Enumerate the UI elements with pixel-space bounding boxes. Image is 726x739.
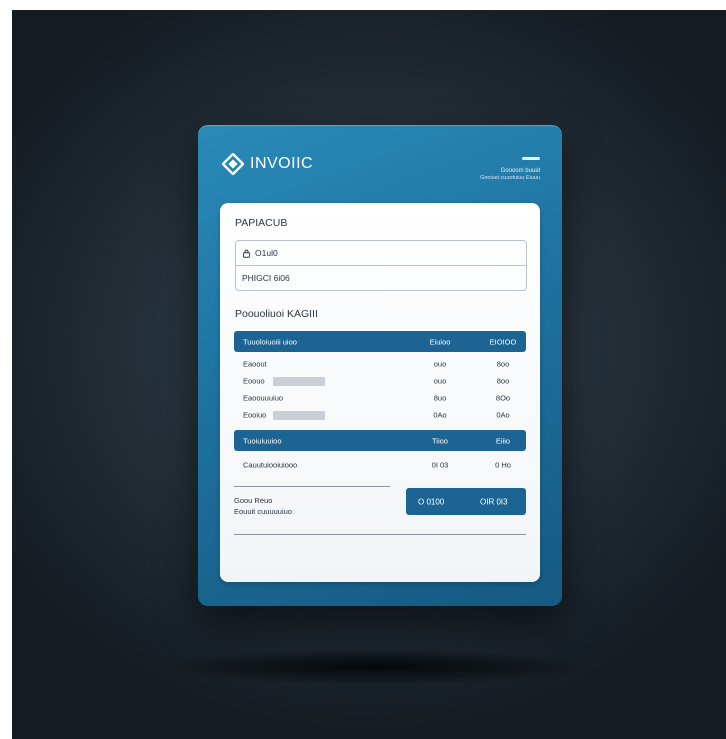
- table1-header-col2: Eiuioo: [429, 337, 451, 346]
- row-label: Eooiuo: [243, 410, 267, 420]
- placeholder-bar: [273, 411, 325, 420]
- row-value-2: 8Oo: [495, 393, 511, 403]
- row-value-2: 0Ao: [496, 410, 510, 420]
- table-row: Eaoouuuiuo 8uo 8Oo: [234, 389, 526, 407]
- info-row-2-label: PHIGCI 6i06: [242, 273, 290, 283]
- paper-title: PAPIACUB: [235, 217, 288, 229]
- diamond-logo-icon: [222, 153, 244, 175]
- card-shadow: [170, 650, 580, 684]
- divider: [234, 486, 390, 487]
- table1-header-col1: Tuuoloiuoiii uioo: [243, 337, 297, 346]
- info-box: O1ul0 PHIGCI 6i06: [235, 240, 527, 291]
- brand-text: INVOIIC: [250, 155, 314, 172]
- table-row: Eoouo ouo 8oo: [234, 372, 526, 390]
- row-label: Eaoouuuiuo: [243, 393, 284, 403]
- table2-header-col1: Tuoiuiuuioo: [243, 436, 282, 445]
- row-value-1: 0I 03: [431, 460, 449, 470]
- total-value-2: OIR 0I3: [480, 497, 508, 506]
- header-meta: Goooom buuid Gooiuei cuuotuiuu Eiuuu: [480, 150, 540, 182]
- row-label: Eaoout: [243, 359, 267, 369]
- bottom-divider: [234, 534, 526, 535]
- placeholder-bar: [273, 377, 325, 386]
- info-row-1-label: O1ul0: [255, 248, 278, 258]
- meta-bar: [522, 157, 540, 160]
- table2-header-col2: Tiioo: [432, 436, 448, 445]
- table1-header-col3: EIOIOO: [489, 337, 517, 346]
- table1-header: Tuuoloiuoiii uioo Eiuioo EIOIOO: [234, 331, 526, 352]
- row-value-1: 8uo: [433, 393, 447, 403]
- total-value-1: O 0100: [418, 497, 445, 506]
- row-value-1: ouo: [433, 376, 447, 386]
- totals-label-1: Goou Reuo: [234, 496, 273, 505]
- row-value-1: ouo: [433, 359, 447, 369]
- meta-line-2: Gooiuei cuuotuiuu Eiuuu: [480, 175, 540, 181]
- row-value-1: 0Ao: [433, 410, 447, 420]
- table2-header-col3: Eiiio: [495, 436, 511, 445]
- invoice-card: INVOIIC Goooom buuid Gooiuei cuuotuiuu E…: [198, 125, 562, 606]
- backdrop: INVOIIC Goooom buuid Gooiuei cuuotuiuu E…: [12, 10, 726, 739]
- table-row: Cauutuiooiuiooo 0I 03 0 Ho: [234, 456, 526, 474]
- section-title: Poouoliuoi KAGIII: [235, 308, 318, 320]
- row-label: Cauutuiooiuiooo: [243, 460, 298, 470]
- table-row: Eooiuo 0Ao 0Ao: [234, 406, 526, 424]
- brand-logo: INVOIIC: [222, 153, 313, 175]
- table-row: Eaoout ouo 8oo: [234, 355, 526, 373]
- row-value-2: 0 Ho: [495, 460, 511, 470]
- totals-label-2: Eouuit cuuuuuiuo: [234, 507, 292, 516]
- invoice-paper: PAPIACUB O1ul0 PHIGCI 6i06 Poouoliuoi KA…: [220, 203, 540, 582]
- info-row-2[interactable]: PHIGCI 6i06: [236, 265, 526, 290]
- row-value-2: 8oo: [496, 376, 510, 386]
- lock-icon: [243, 249, 250, 258]
- info-row-1[interactable]: O1ul0: [236, 241, 526, 265]
- row-label: Eoouo: [243, 376, 265, 386]
- meta-line-1: Goooom buuid: [500, 168, 540, 174]
- row-value-2: 8oo: [496, 359, 510, 369]
- table2-header: Tuoiuiuuioo Tiioo Eiiio: [234, 430, 526, 451]
- totals-box: O 0100 OIR 0I3: [406, 488, 526, 515]
